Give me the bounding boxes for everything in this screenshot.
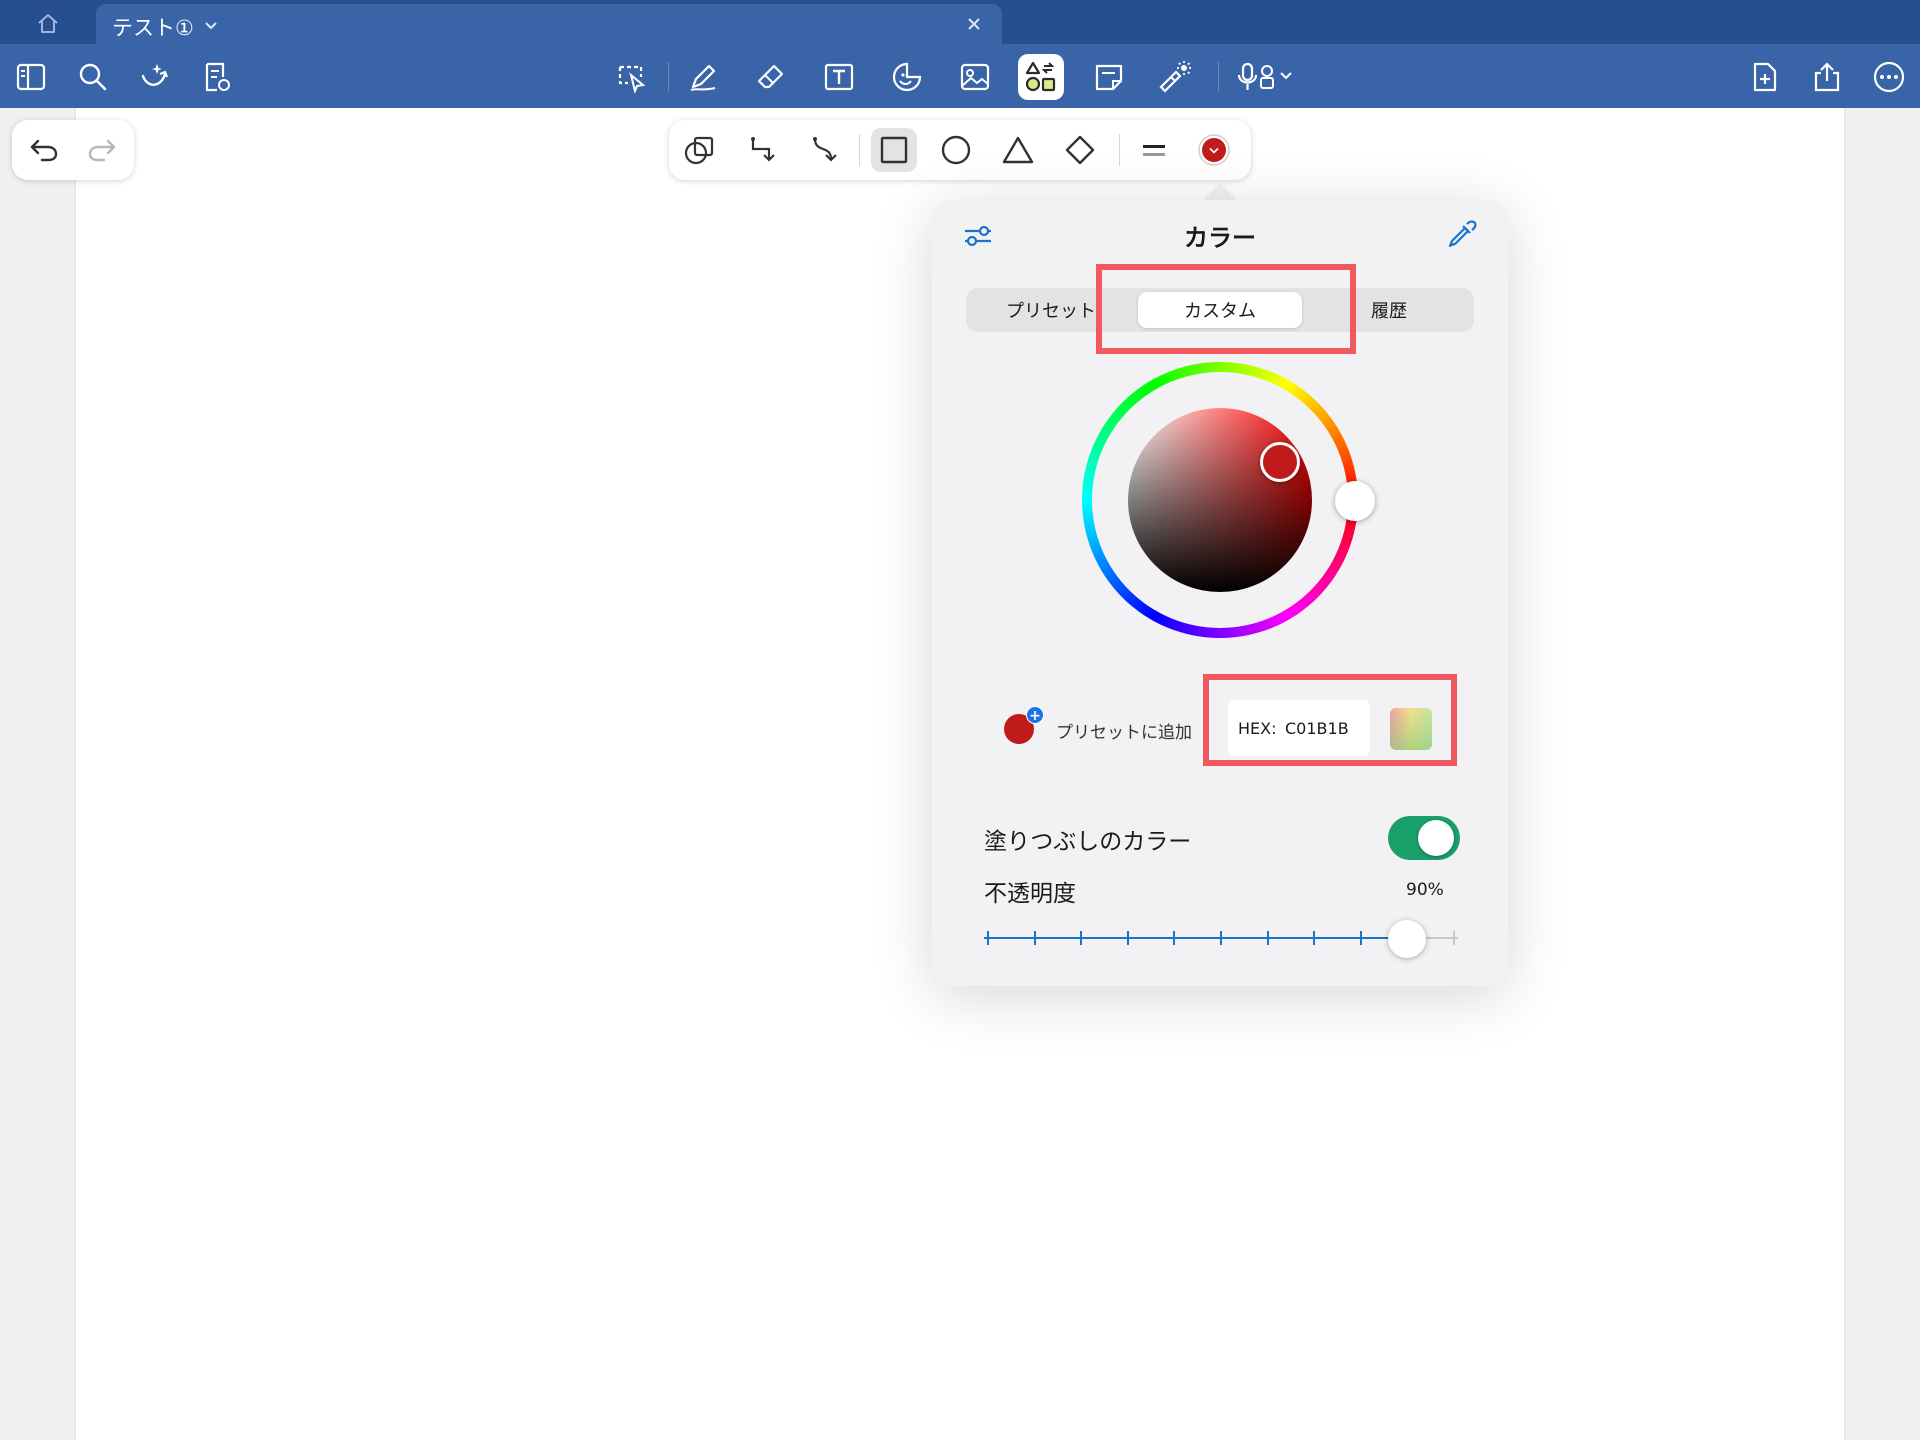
image-icon[interactable] <box>952 54 998 100</box>
laser-pointer-icon[interactable] <box>1152 54 1198 100</box>
more-icon[interactable] <box>1866 54 1912 100</box>
hex-label: HEX: <box>1238 719 1277 738</box>
eraser-icon[interactable] <box>748 54 794 100</box>
undo-redo-group <box>12 120 134 180</box>
search-icon[interactable] <box>70 54 116 100</box>
sticky-note-icon[interactable] <box>1086 54 1132 100</box>
hex-value: C01B1B <box>1285 719 1349 738</box>
curved-connector-icon[interactable] <box>801 128 847 172</box>
document-tab[interactable]: テスト① <box>96 4 1002 44</box>
hex-input[interactable]: HEX: C01B1B <box>1228 700 1370 756</box>
segment-preset[interactable]: プリセット <box>966 288 1136 332</box>
undo-icon[interactable] <box>22 128 66 172</box>
document-settings-icon[interactable] <box>194 54 240 100</box>
slider-tick <box>1033 931 1036 945</box>
saturation-brightness-disc[interactable] <box>1128 408 1312 592</box>
lasso-select-icon[interactable] <box>608 54 654 100</box>
redo-icon[interactable] <box>80 128 124 172</box>
line-style-icon[interactable] <box>1131 128 1177 172</box>
slider-tick <box>1220 931 1222 945</box>
add-to-preset-button[interactable]: + プリセットに追加 <box>1004 706 1204 746</box>
shape-toolbar <box>669 120 1251 180</box>
slider-tick <box>1080 931 1083 945</box>
popover-title: カラー <box>1184 224 1256 252</box>
color-picker-button[interactable] <box>1191 128 1237 172</box>
shape-recognition-icon[interactable] <box>677 128 723 172</box>
ai-assist-icon[interactable] <box>132 54 178 100</box>
saturation-handle[interactable] <box>1260 442 1300 482</box>
fill-color-toggle[interactable] <box>1388 816 1460 860</box>
segment-custom[interactable]: カスタム <box>1138 292 1302 328</box>
chevron-down-icon[interactable] <box>204 16 218 35</box>
slider-tick <box>1453 931 1455 945</box>
toggle-knob <box>1418 820 1454 856</box>
close-icon[interactable] <box>962 12 986 36</box>
add-page-icon[interactable] <box>1742 54 1788 100</box>
slider-tick <box>987 931 989 945</box>
triangle-icon[interactable] <box>995 128 1041 172</box>
slider-tick <box>1126 931 1129 945</box>
opacity-slider[interactable] <box>984 918 1458 958</box>
slider-tick <box>1313 931 1316 945</box>
plus-icon: + <box>1026 706 1044 724</box>
color-mode-segmented-control: プリセット カスタム 履歴 <box>966 288 1474 332</box>
elbow-connector-icon[interactable] <box>739 128 785 172</box>
slider-fill <box>984 937 1408 939</box>
add-to-preset-label: プリセットに追加 <box>1056 723 1192 743</box>
tab-bar: テスト① <box>0 0 1920 44</box>
slider-thumb[interactable] <box>1388 920 1427 958</box>
document-tab-title: テスト① <box>112 16 194 40</box>
color-popover: カラー プリセット カスタム 履歴 + プリセットに追加 HEX: C01B1B… <box>932 200 1508 986</box>
spectrum-icon[interactable] <box>1390 708 1432 750</box>
slider-tick <box>1173 931 1176 945</box>
pen-icon[interactable] <box>680 54 726 100</box>
eyedropper-icon[interactable] <box>1442 214 1482 254</box>
circle-icon[interactable] <box>933 128 979 172</box>
slider-tick <box>1359 931 1362 945</box>
opacity-label: 不透明度 <box>984 881 1076 907</box>
segment-history[interactable]: 履歴 <box>1304 288 1474 332</box>
text-box-icon[interactable] <box>816 54 862 100</box>
sidebar-icon[interactable] <box>8 54 54 100</box>
shapes-icon[interactable] <box>1018 54 1064 100</box>
home-icon[interactable] <box>30 8 66 38</box>
diamond-icon[interactable] <box>1057 128 1103 172</box>
opacity-value: 90% <box>1406 880 1444 900</box>
audio-record-icon[interactable] <box>1232 54 1302 100</box>
rectangle-icon[interactable] <box>871 128 917 172</box>
share-icon[interactable] <box>1804 54 1850 100</box>
main-toolbar <box>0 44 1920 108</box>
hue-ring[interactable] <box>1082 362 1358 638</box>
fill-color-label: 塗りつぶしのカラー <box>984 829 1192 855</box>
slider-tick <box>1266 931 1269 945</box>
sticker-icon[interactable] <box>884 54 930 100</box>
hue-handle[interactable] <box>1335 481 1375 521</box>
